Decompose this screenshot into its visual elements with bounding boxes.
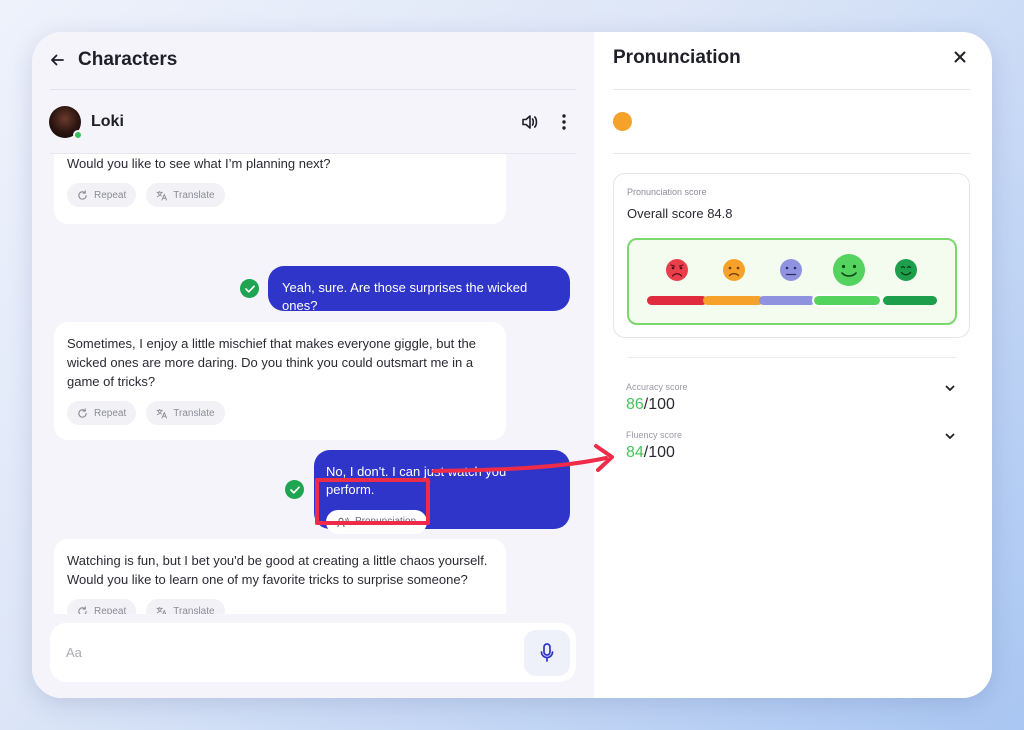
score-card: Pronunciation score Overall score 84.8: [613, 173, 970, 338]
character-name: Loki: [91, 113, 124, 130]
divider: [613, 153, 970, 154]
bot-message: Watching is fun, but I bet you'd be good…: [54, 539, 506, 614]
divider: [613, 89, 970, 90]
message-list[interactable]: Would you like to see what I’m planning …: [32, 154, 594, 614]
repeat-button[interactable]: Repeat: [67, 599, 137, 614]
score-meter: [627, 238, 957, 325]
metric-label: Fluency score: [626, 430, 683, 440]
message-text: Sometimes, I enjoy a little mischief tha…: [67, 336, 476, 389]
translate-button[interactable]: Translate: [146, 401, 225, 425]
avatar[interactable]: [49, 106, 83, 140]
check-icon: [285, 480, 304, 499]
fluency-metric[interactable]: Fluency score 84/100: [626, 430, 956, 462]
message-text: Would you like to see what I’m planning …: [67, 156, 331, 171]
close-icon[interactable]: [952, 49, 968, 65]
very-happy-face-icon: [895, 259, 917, 281]
bar-segment-good: [812, 294, 882, 307]
bar-segment-fair: [759, 296, 815, 305]
repeat-button[interactable]: Repeat: [67, 183, 137, 207]
annotation-highlight: [315, 478, 430, 525]
translate-icon: [156, 606, 167, 614]
metric-value: 86/100: [626, 396, 675, 413]
top-bar: Characters: [50, 46, 177, 74]
translate-button[interactable]: Translate: [146, 183, 225, 207]
bar-segment-excellent: [883, 296, 937, 305]
online-status-dot: [73, 130, 83, 140]
more-vertical-icon[interactable]: [552, 110, 576, 134]
bot-message: Sometimes, I enjoy a little mischief tha…: [54, 322, 506, 440]
translate-icon: [156, 190, 168, 201]
metric-label: Accuracy score: [626, 382, 688, 392]
panel-title: Pronunciation: [613, 47, 741, 68]
message-text: Watching is fun, but I bet you'd be good…: [67, 553, 488, 587]
pronunciation-panel: Pronunciation Pronunciation score Overal…: [594, 32, 992, 698]
check-icon: [240, 279, 259, 298]
microphone-icon: [540, 642, 554, 662]
microphone-button[interactable]: [524, 629, 570, 676]
repeat-button[interactable]: Repeat: [67, 401, 137, 425]
divider: [627, 357, 957, 358]
chat-panel: Characters Loki Would you like to see wh…: [32, 32, 594, 698]
message-composer: [50, 623, 576, 682]
app-window: Characters Loki Would you like to see wh…: [32, 32, 992, 698]
sad-face-icon: [723, 259, 745, 281]
chevron-down-icon[interactable]: [944, 430, 956, 442]
back-arrow-icon[interactable]: [50, 53, 64, 67]
happy-face-icon: [833, 254, 865, 286]
divider: [50, 89, 576, 90]
user-message: Yeah, sure. Are those surprises the wick…: [268, 266, 570, 313]
metric-value: 84/100: [626, 444, 675, 461]
bar-segment-poor: [703, 296, 763, 305]
bar-segment-very-poor: [647, 296, 707, 305]
speaker-icon[interactable]: [518, 110, 542, 134]
message-text: Yeah, sure. Are those surprises the wick…: [282, 280, 528, 313]
translate-button[interactable]: Translate: [146, 599, 225, 614]
accuracy-metric[interactable]: Accuracy score 86/100: [626, 382, 956, 414]
score-label: Pronunciation score: [627, 187, 707, 197]
translate-icon: [156, 408, 168, 419]
repeat-icon: [78, 189, 87, 200]
repeat-icon: [78, 407, 87, 418]
overall-score: Overall score 84.8: [627, 206, 733, 221]
neutral-face-icon: [780, 259, 802, 281]
repeat-icon: [78, 605, 87, 614]
character-header: Loki: [49, 105, 576, 140]
message-input[interactable]: [66, 645, 524, 660]
very-sad-face-icon: [666, 259, 688, 281]
page-title: Characters: [78, 49, 178, 70]
bot-message: Would you like to see what I’m planning …: [54, 154, 506, 224]
status-dot: [613, 112, 632, 131]
chevron-down-icon[interactable]: [944, 382, 956, 394]
